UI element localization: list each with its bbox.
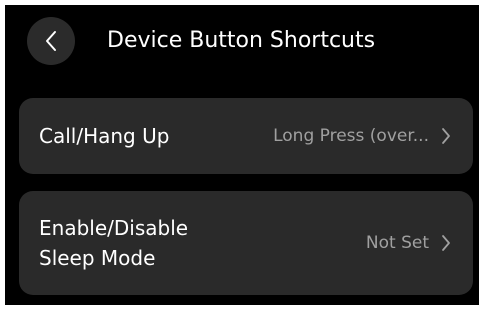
page-title: Device Button Shortcuts: [107, 28, 376, 53]
setting-value: Long Press (over...: [273, 126, 429, 146]
chevron-right-icon: [441, 127, 451, 145]
setting-label: Call/Hang Up: [39, 124, 170, 148]
setting-label: Enable/Disable Sleep Mode: [39, 216, 189, 270]
chevron-left-icon: [44, 30, 58, 52]
setting-row-sleep-mode[interactable]: Enable/Disable Sleep Mode Not Set: [19, 191, 473, 295]
setting-row-call-hang-up[interactable]: Call/Hang Up Long Press (over...: [19, 98, 473, 174]
setting-value-group: Long Press (over...: [273, 126, 451, 146]
setting-value: Not Set: [365, 233, 429, 253]
back-button[interactable]: [27, 17, 75, 65]
chevron-right-icon: [441, 234, 451, 252]
device-button-shortcuts-screen: Device Button Shortcuts Call/Hang Up Lon…: [5, 5, 479, 305]
setting-value-group: Not Set: [366, 233, 451, 253]
